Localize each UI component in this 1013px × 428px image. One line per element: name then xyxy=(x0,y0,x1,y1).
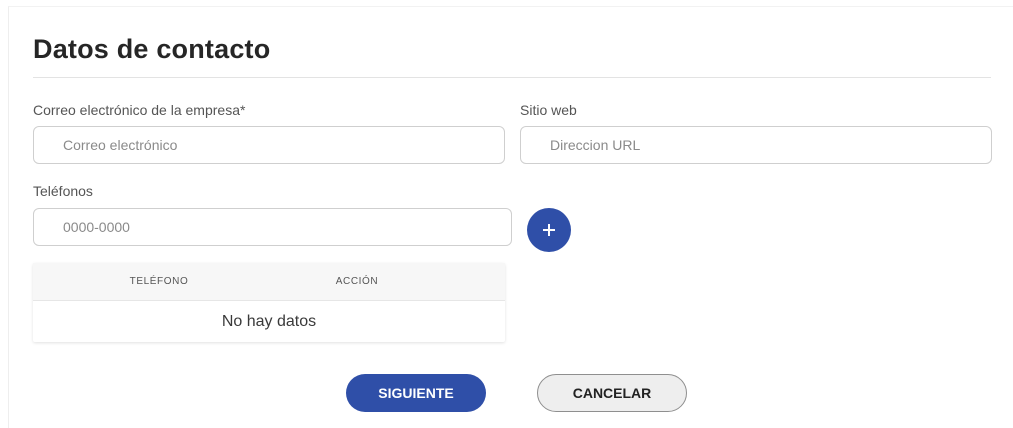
phones-table-header: TELÉFONO ACCIÓN xyxy=(33,263,505,301)
phones-label: Teléfonos xyxy=(33,183,93,199)
section-title: Datos de contacto xyxy=(33,34,271,64)
plus-icon xyxy=(543,224,555,236)
phone-input[interactable] xyxy=(33,208,512,246)
website-label: Sitio web xyxy=(520,102,577,118)
title-divider xyxy=(33,77,991,78)
phones-table: TELÉFONO ACCIÓN No hay datos xyxy=(33,263,505,342)
column-header-action[interactable]: ACCIÓN xyxy=(285,263,429,300)
cancel-button[interactable]: CANCELAR xyxy=(537,374,687,412)
email-label: Correo electrónico de la empresa* xyxy=(33,102,246,118)
email-input[interactable] xyxy=(33,126,505,164)
column-header-phone[interactable]: TELÉFONO xyxy=(33,263,285,300)
next-button[interactable]: SIGUIENTE xyxy=(346,374,486,412)
add-phone-button[interactable] xyxy=(527,208,571,252)
website-input[interactable] xyxy=(520,126,992,164)
empty-state-text: No hay datos xyxy=(221,313,317,330)
